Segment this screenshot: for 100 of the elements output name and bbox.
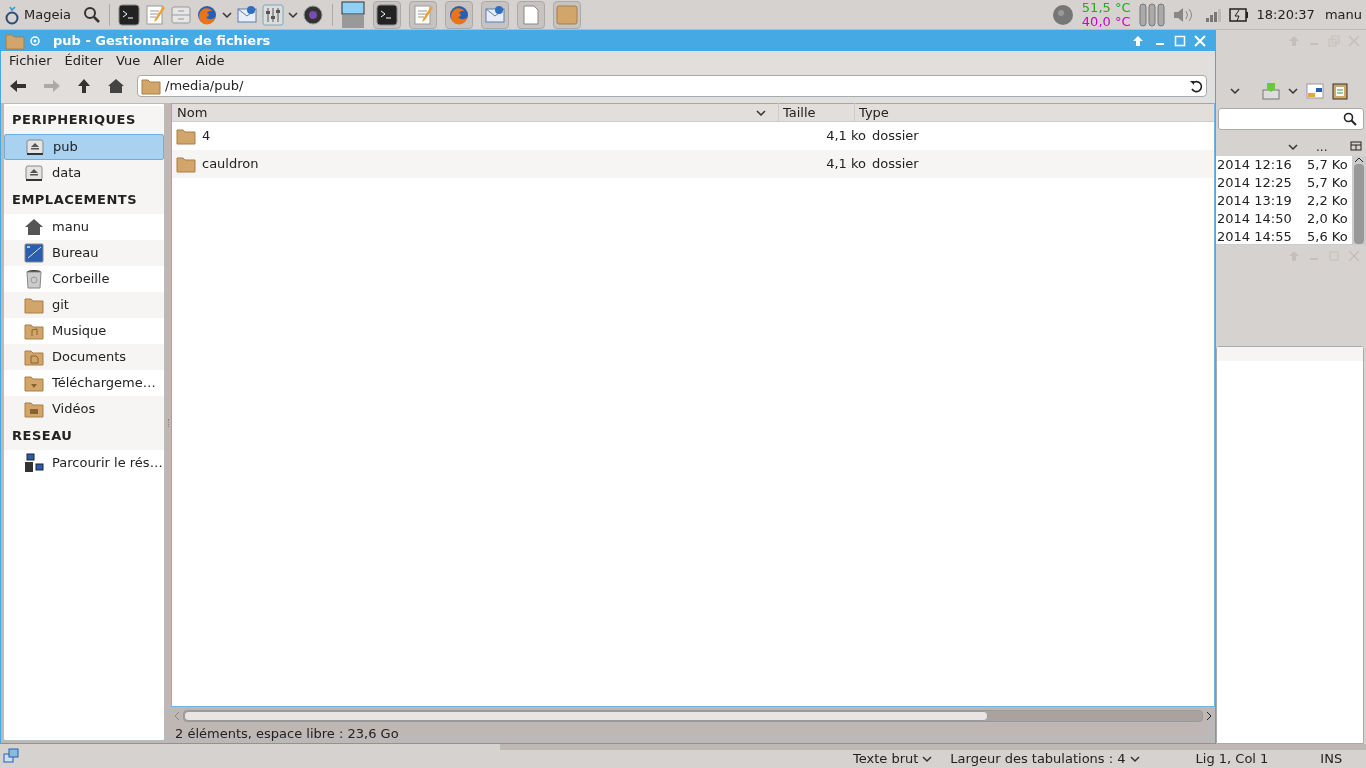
search-field[interactable] xyxy=(1218,108,1364,130)
modified-date: 2014 14:50 xyxy=(1217,210,1293,229)
chevron-icon xyxy=(922,755,933,763)
search-icon[interactable] xyxy=(83,5,101,24)
section-heading: PERIPHERIQUES xyxy=(12,111,136,130)
sidebar-item[interactable]: Bureau xyxy=(4,240,164,266)
scrollbar-thumb[interactable] xyxy=(184,711,989,721)
documents-folder-icon xyxy=(24,348,44,366)
scrollbar-track[interactable] xyxy=(1352,156,1366,244)
sidebar-item[interactable]: Vidéos xyxy=(4,396,164,422)
folder-icon xyxy=(176,155,196,173)
windows-icon[interactable] xyxy=(3,748,19,764)
keep-above-icon[interactable] xyxy=(1131,34,1145,48)
column-header[interactable]: ... xyxy=(1316,138,1328,156)
sidebar-item[interactable]: pub xyxy=(4,134,164,160)
file-size: 2,2 Ko xyxy=(1307,192,1348,211)
back-icon[interactable] xyxy=(9,79,27,93)
file-name[interactable]: 4 xyxy=(202,126,786,146)
dropdown-icon[interactable] xyxy=(1230,87,1240,95)
section-heading: RESEAU xyxy=(12,427,73,446)
sort-icon[interactable] xyxy=(756,108,766,117)
location-field[interactable]: /media/pub/ xyxy=(137,75,1207,97)
modified-date: 2014 13:19 xyxy=(1217,192,1293,211)
scrollbar-thumb[interactable] xyxy=(1354,164,1364,244)
desktop-pager-icon[interactable] xyxy=(341,0,365,29)
temperature-reading: 40,0 °C xyxy=(1081,14,1131,29)
file-name[interactable]: cauldron xyxy=(202,154,786,174)
folder-icon xyxy=(176,127,196,145)
file-size: 4,1 ko xyxy=(825,155,867,174)
menu-item[interactable]: Éditer xyxy=(60,51,108,71)
moon-icon xyxy=(1051,3,1074,26)
file-size: 5,7 Ko xyxy=(1307,174,1348,193)
mageia-logo-icon xyxy=(4,4,20,25)
lens-icon[interactable] xyxy=(302,3,324,26)
volume-icon[interactable] xyxy=(1172,6,1193,23)
menu-item[interactable]: Aide xyxy=(191,51,229,71)
sort-icon[interactable] xyxy=(1288,143,1298,151)
scroll-up-icon[interactable] xyxy=(1354,156,1364,164)
insert-mode: INS xyxy=(1320,751,1343,767)
file-size: 5,6 Ko xyxy=(1307,228,1348,244)
cursor-position: Lig 1, Col 1 xyxy=(1195,751,1269,767)
network-icon xyxy=(24,453,44,473)
downloads-folder-icon xyxy=(24,374,44,392)
scroll-left-icon[interactable] xyxy=(173,711,181,721)
cpu-bars-icon xyxy=(1138,2,1165,27)
trash-icon xyxy=(24,269,44,289)
clock[interactable]: 18:20:37 xyxy=(1256,4,1315,25)
layout-icon[interactable] xyxy=(1306,83,1324,99)
maximize-icon[interactable] xyxy=(1173,34,1187,48)
folder-icon xyxy=(24,296,44,314)
sidebar-item[interactable]: git xyxy=(4,292,164,318)
section-heading: EMPLACEMENTS xyxy=(12,191,138,210)
battery-icon[interactable] xyxy=(1228,7,1249,22)
forward-icon[interactable] xyxy=(43,79,61,93)
scroll-right-icon[interactable] xyxy=(1205,711,1213,721)
clipboard-icon[interactable] xyxy=(1332,82,1348,100)
syntax-dropdown[interactable]: Texte brut xyxy=(853,751,933,767)
file-type: dossier xyxy=(872,127,919,146)
file-size: 5,7 Ko xyxy=(1307,156,1348,175)
sidebar-item[interactable]: data xyxy=(4,160,164,186)
mail-icon[interactable] xyxy=(484,3,506,26)
modified-date: 2014 12:16 xyxy=(1217,156,1293,175)
mixer-icon[interactable] xyxy=(262,3,284,26)
mageia-menu[interactable]: Mageia xyxy=(4,4,71,25)
dropdown-icon[interactable] xyxy=(288,10,298,19)
sidebar-item[interactable]: Documents xyxy=(4,344,164,370)
dropdown-icon[interactable] xyxy=(222,10,232,19)
terminal-icon[interactable] xyxy=(376,3,398,26)
file-size: 4,1 ko xyxy=(825,127,867,146)
browser-icon[interactable] xyxy=(448,3,470,26)
column-header[interactable]: Nom xyxy=(172,102,756,123)
window-title: pub - Gestionnaire de fichiers xyxy=(53,32,271,51)
home-icon xyxy=(24,218,44,236)
scrollbar-track[interactable] xyxy=(183,710,1203,722)
inbox-icon[interactable] xyxy=(1262,82,1280,100)
document-icon[interactable] xyxy=(520,3,542,26)
menu-item[interactable]: Vue xyxy=(112,51,145,71)
dropdown-icon[interactable] xyxy=(1288,87,1298,95)
menu-item[interactable]: Aller xyxy=(149,51,187,71)
tab-width-dropdown[interactable]: Largeur des tabulations : 4 xyxy=(950,751,1140,767)
menu-item[interactable]: Fichier xyxy=(5,51,56,71)
status-text: 2 éléments, espace libre : 23,6 Go xyxy=(175,725,399,744)
text-editor-icon[interactable] xyxy=(412,3,434,26)
signal-icon[interactable] xyxy=(1204,7,1221,22)
up-icon[interactable] xyxy=(77,78,91,94)
videos-folder-icon xyxy=(24,400,44,418)
columns-icon[interactable] xyxy=(1350,141,1362,153)
chevron-icon xyxy=(1129,755,1140,763)
temperature-reading: 51,5 °C xyxy=(1081,0,1131,15)
modified-date: 2014 14:55 xyxy=(1217,228,1293,244)
reload-icon[interactable] xyxy=(1189,79,1203,93)
browser-icon[interactable] xyxy=(196,3,218,26)
user-name[interactable]: manu xyxy=(1324,4,1362,25)
terminal-icon[interactable] xyxy=(118,3,140,26)
music-folder-icon xyxy=(24,322,44,340)
folder-icon[interactable] xyxy=(556,3,578,26)
file-size: 2,0 Ko xyxy=(1307,210,1348,229)
mail-icon[interactable] xyxy=(236,3,258,26)
home-icon[interactable] xyxy=(107,78,125,94)
pin-icon[interactable] xyxy=(29,35,41,47)
